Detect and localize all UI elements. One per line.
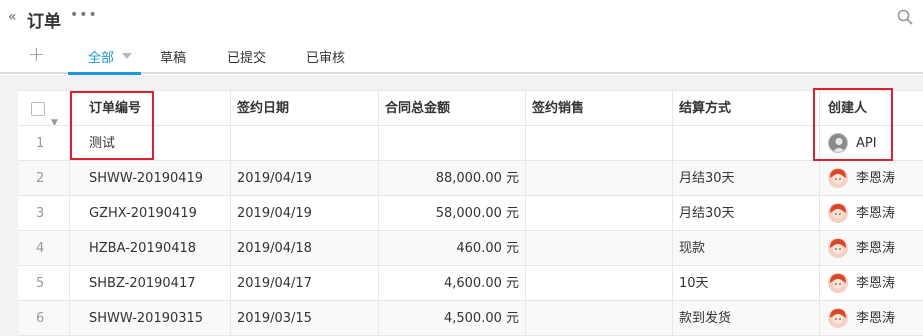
creator-cell: 李恩涛 bbox=[820, 196, 923, 230]
table-row[interactable]: 2 SHWW-20190419 2019/04/19 88,000.00 元 月… bbox=[18, 161, 923, 196]
amount-cell: 4,600.00 元 bbox=[379, 266, 526, 300]
table-row[interactable]: 3 GZHX-20190419 2019/04/19 58,000.00 元 月… bbox=[18, 196, 923, 231]
avatar bbox=[828, 167, 848, 188]
table-row[interactable]: 6 SHWW-20190315 2019/03/15 4,500.00 元 款到… bbox=[18, 301, 923, 336]
sign-date-cell: 2019/03/15 bbox=[231, 301, 379, 335]
avatar bbox=[828, 307, 848, 328]
col-header-contract-amount[interactable]: 合同总金额 bbox=[379, 91, 526, 125]
table-row[interactable]: 5 SHBZ-20190417 2019/04/17 4,600.00 元 10… bbox=[18, 266, 923, 301]
order-no-cell[interactable]: SHWW-20190315 bbox=[70, 301, 231, 335]
amount-cell: 4,500.00 元 bbox=[379, 301, 526, 335]
amount-cell bbox=[379, 126, 526, 160]
creator-name: 李恩涛 bbox=[856, 276, 896, 291]
avatar bbox=[828, 202, 848, 223]
settlement-cell: 现款 bbox=[673, 231, 820, 265]
settlement-cell bbox=[673, 126, 820, 160]
chevron-down-icon[interactable]: ▼ bbox=[51, 105, 58, 125]
amount-cell: 460.00 元 bbox=[379, 231, 526, 265]
creator-cell: 李恩涛 bbox=[820, 301, 923, 335]
sign-date-cell: 2019/04/19 bbox=[231, 196, 379, 230]
col-header-settlement[interactable]: 结算方式 bbox=[673, 91, 820, 125]
page-title: 订单 bbox=[27, 12, 61, 32]
row-number: 3 bbox=[18, 196, 70, 230]
add-icon[interactable]: + bbox=[28, 42, 45, 66]
tab-bar: + 全部 草稿 已提交 已审核 bbox=[0, 38, 923, 75]
creator-cell: 李恩涛 bbox=[820, 266, 923, 300]
select-all-checkbox[interactable] bbox=[31, 102, 45, 116]
creator-name: 李恩涛 bbox=[856, 206, 896, 221]
col-header-sales[interactable]: 签约销售 bbox=[526, 91, 673, 125]
sign-date-cell: 2019/04/17 bbox=[231, 266, 379, 300]
order-no-cell[interactable]: GZHX-20190419 bbox=[70, 196, 231, 230]
sales-cell bbox=[526, 301, 673, 335]
order-no-cell[interactable]: HZBA-20190418 bbox=[70, 231, 231, 265]
search-icon[interactable] bbox=[897, 9, 913, 25]
creator-cell: 李恩涛 bbox=[820, 161, 923, 195]
creator-name: 李恩涛 bbox=[856, 311, 896, 326]
row-number: 1 bbox=[18, 126, 70, 160]
highlight-box-order-no bbox=[70, 91, 154, 160]
amount-cell: 58,000.00 元 bbox=[379, 196, 526, 230]
avatar bbox=[828, 272, 848, 293]
settlement-cell: 款到发货 bbox=[673, 301, 820, 335]
creator-cell: 李恩涛 bbox=[820, 231, 923, 265]
row-number: 6 bbox=[18, 301, 70, 335]
order-no-cell[interactable]: SHWW-20190419 bbox=[70, 161, 231, 195]
col-header-sign-date[interactable]: 签约日期 bbox=[231, 91, 379, 125]
tab-all[interactable]: 全部 bbox=[88, 47, 114, 66]
select-all-cell: ▼ bbox=[18, 91, 70, 125]
row-number: 2 bbox=[18, 161, 70, 195]
back-icon[interactable]: « bbox=[8, 9, 16, 25]
sales-cell bbox=[526, 126, 673, 160]
more-icon[interactable]: ••• bbox=[70, 7, 98, 23]
sign-date-cell: 2019/04/18 bbox=[231, 231, 379, 265]
creator-name: 李恩涛 bbox=[856, 171, 896, 186]
tab-submitted[interactable]: 已提交 bbox=[227, 47, 266, 66]
creator-name: 李恩涛 bbox=[856, 241, 896, 256]
tab-draft[interactable]: 草稿 bbox=[160, 47, 186, 66]
settlement-cell: 月结30天 bbox=[673, 196, 820, 230]
row-number: 5 bbox=[18, 266, 70, 300]
table-row[interactable]: 4 HZBA-20190418 2019/04/18 460.00 元 现款 李… bbox=[18, 231, 923, 266]
chevron-down-icon[interactable] bbox=[122, 53, 132, 59]
sales-cell bbox=[526, 231, 673, 265]
top-bar: « 订单 ••• bbox=[0, 0, 923, 38]
sign-date-cell: 2019/04/19 bbox=[231, 161, 379, 195]
settlement-cell: 月结30天 bbox=[673, 161, 820, 195]
row-number: 4 bbox=[18, 231, 70, 265]
sales-cell bbox=[526, 196, 673, 230]
avatar bbox=[828, 237, 848, 258]
tab-reviewed[interactable]: 已审核 bbox=[306, 47, 345, 66]
order-no-cell[interactable]: SHBZ-20190417 bbox=[70, 266, 231, 300]
sales-cell bbox=[526, 266, 673, 300]
sales-cell bbox=[526, 161, 673, 195]
highlight-box-creator bbox=[813, 88, 893, 161]
sign-date-cell bbox=[231, 126, 379, 160]
amount-cell: 88,000.00 元 bbox=[379, 161, 526, 195]
settlement-cell: 10天 bbox=[673, 266, 820, 300]
